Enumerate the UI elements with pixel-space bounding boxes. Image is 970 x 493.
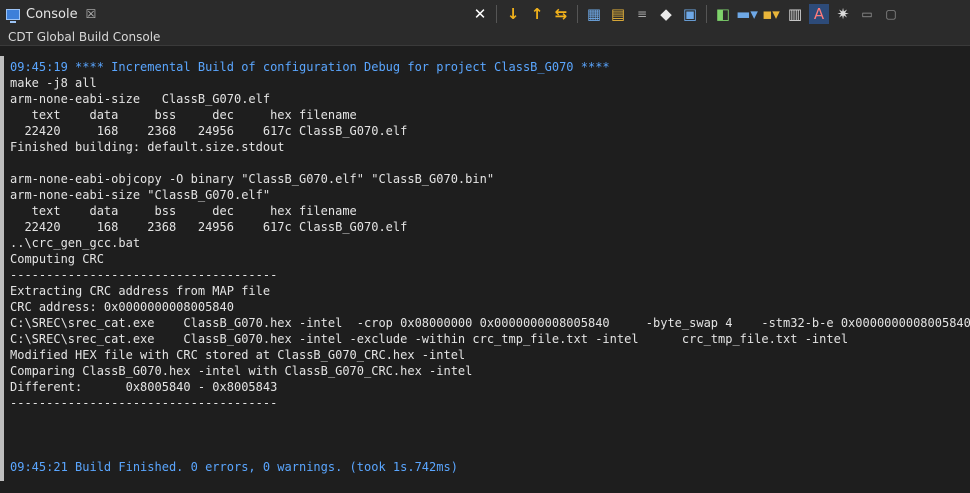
highlight-icon[interactable]: A [809, 4, 829, 24]
toolbar-divider [496, 5, 497, 23]
clear-icon[interactable]: ✕ [470, 4, 490, 24]
close-icon[interactable]: ☒ [86, 7, 97, 21]
console-toolbar: ✕ ↓ ↑ ⇆ ▦ ▤ ≡ ◆ ▣ ◧ ▬▾ ▪▾ ▥ A ✷ ▭ ▢ [470, 0, 901, 28]
scroll-gutter[interactable] [0, 56, 4, 481]
properties-icon[interactable]: ▥ [785, 4, 805, 24]
filter-icon[interactable]: ≡ [632, 4, 652, 24]
open-console-icon[interactable]: ◧ [713, 4, 733, 24]
erase-icon[interactable]: ◆ [656, 4, 676, 24]
console-line: Finished building: default.size.stdout [10, 140, 285, 154]
pin-icon[interactable]: ↑ [527, 4, 547, 24]
paste-icon[interactable]: ▤ [608, 4, 628, 24]
console-line: arm-none-eabi-size "ClassB_G070.elf" [10, 188, 271, 202]
console-subtitle: CDT Global Build Console [0, 28, 970, 46]
console-line: ------------------------------------- [10, 268, 278, 282]
copy-icon[interactable]: ▦ [584, 4, 604, 24]
edit-icon[interactable]: ▣ [680, 4, 700, 24]
toolbar-divider [577, 5, 578, 23]
console-line: text data bss dec hex filename [10, 204, 357, 218]
console-line: Different: 0x8005840 - 0x8005843 [10, 380, 278, 394]
console-line: C:\SREC\srec_cat.exe ClassB_G070.hex -in… [10, 316, 970, 330]
console-line: 09:45:21 Build Finished. 0 errors, 0 war… [10, 460, 458, 474]
console-line: make -j8 all [10, 76, 97, 90]
settings-icon[interactable]: ✷ [833, 4, 853, 24]
display-console-icon[interactable]: ▬▾ [736, 4, 758, 24]
console-line: Comparing ClassB_G070.hex -intel with Cl… [10, 364, 473, 378]
console-line: 22420 168 2368 24956 617c ClassB_G070.el… [10, 220, 408, 234]
toolbar-divider [706, 5, 707, 23]
console-output[interactable]: 09:45:19 **** Incremental Build of confi… [0, 46, 970, 493]
console-line: Computing CRC [10, 252, 104, 266]
console-line: Extracting CRC address from MAP file [10, 284, 271, 298]
new-console-icon[interactable]: ▪▾ [761, 4, 781, 24]
scroll-lock-icon[interactable]: ↓ [503, 4, 523, 24]
maximize-icon[interactable]: ▢ [881, 4, 901, 24]
console-line: arm-none-eabi-objcopy -O binary "ClassB_… [10, 172, 495, 186]
console-line: CRC address: 0x0000000008005840 [10, 300, 234, 314]
console-line: C:\SREC\srec_cat.exe ClassB_G070.hex -in… [10, 332, 849, 346]
minimize-icon[interactable]: ▭ [857, 4, 877, 24]
tab-console-label: Console [26, 6, 78, 22]
console-line: Modified HEX file with CRC stored at Cla… [10, 348, 466, 362]
console-icon [6, 8, 20, 23]
console-line: 09:45:19 **** Incremental Build of confi… [10, 60, 610, 74]
wrap-icon[interactable]: ⇆ [551, 4, 571, 24]
console-text: 09:45:19 **** Incremental Build of confi… [10, 59, 970, 475]
console-line: ..\crc_gen_gcc.bat [10, 236, 141, 250]
tab-console[interactable]: Console ☒ [0, 0, 104, 28]
console-line: arm-none-eabi-size ClassB_G070.elf [10, 92, 271, 106]
console-line: ------------------------------------- [10, 396, 278, 410]
console-line: 22420 168 2368 24956 617c ClassB_G070.el… [10, 124, 408, 138]
console-line: text data bss dec hex filename [10, 108, 357, 122]
